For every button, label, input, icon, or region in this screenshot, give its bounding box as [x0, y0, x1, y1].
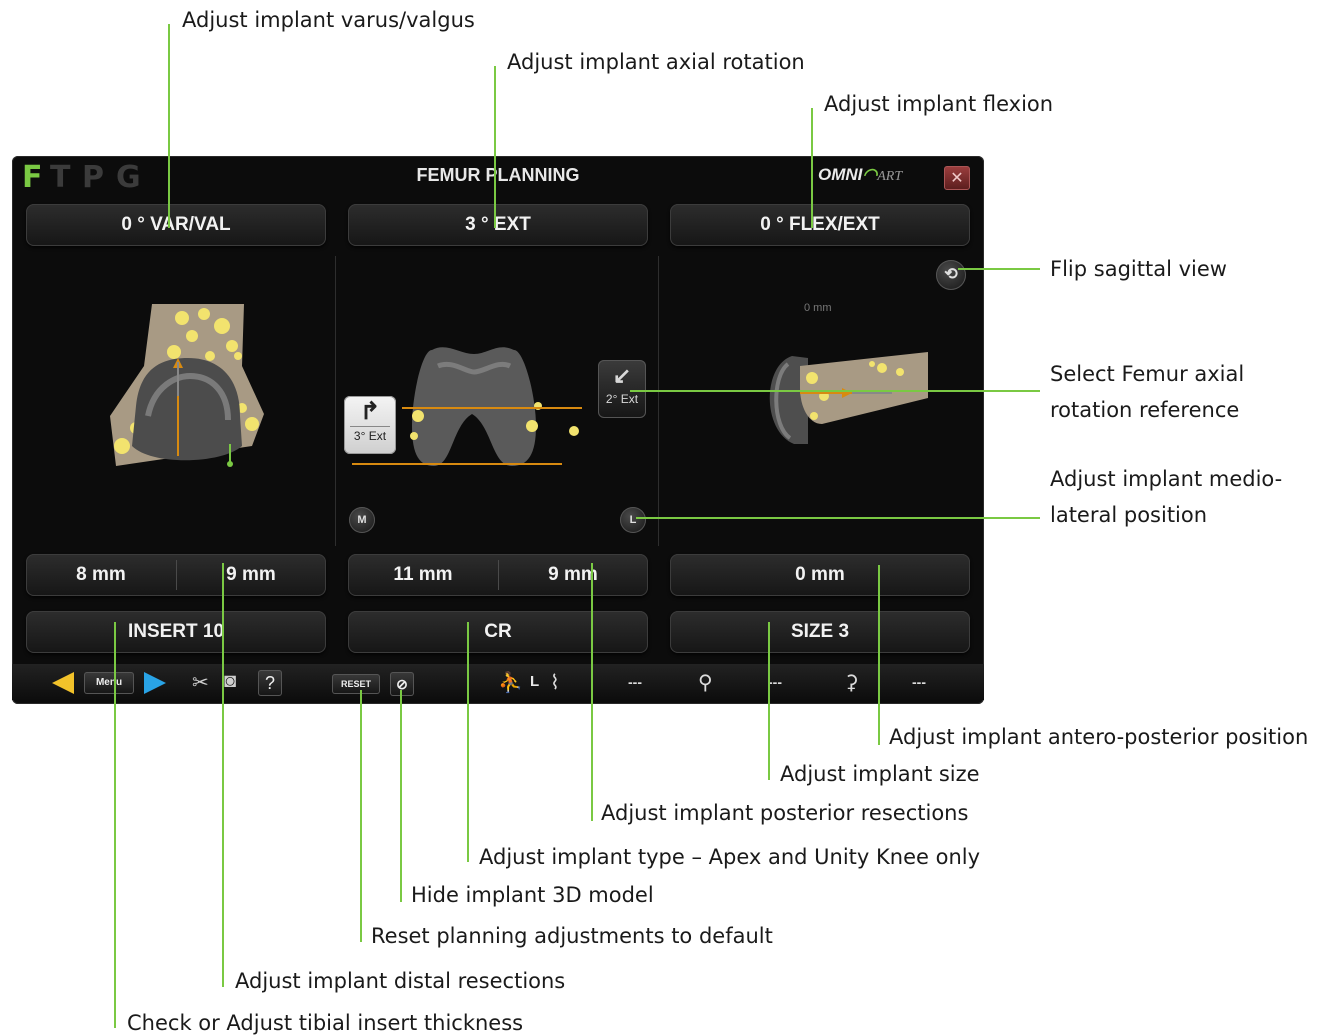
callout-axial-reference-1: Select Femur axial: [1050, 362, 1245, 386]
callout-line: [360, 690, 362, 942]
callout-size: Adjust implant size: [780, 762, 980, 786]
value-display-1: ---: [628, 674, 642, 690]
callout-insert-thickness: Check or Adjust tibial insert thickness: [127, 1011, 524, 1035]
close-button[interactable]: ✕: [944, 166, 970, 190]
menu-button[interactable]: Menu: [84, 672, 134, 694]
implant-type-button[interactable]: CR: [348, 611, 648, 653]
leaf-icon: ◠: [862, 165, 878, 184]
sagittal-femur-view[interactable]: [752, 336, 932, 456]
callout-line: [494, 66, 496, 228]
distal-medial-value: 8 mm: [76, 564, 126, 585]
callout-line: [168, 24, 170, 228]
side-label: L: [530, 673, 540, 690]
callout-line: [878, 565, 880, 745]
rotation-left-label: 3° Ext: [353, 429, 387, 443]
rotation-right-label: 2° Ext: [605, 392, 639, 406]
callout-reset: Reset planning adjustments to default: [371, 924, 773, 948]
callout-line: [222, 563, 224, 987]
reset-button[interactable]: RESET: [332, 674, 380, 694]
callout-line: [630, 390, 1040, 392]
flip-sagittal-button[interactable]: ⟲: [936, 260, 966, 290]
curved-arrow-icon: ↱: [359, 398, 381, 425]
knee-flexion-icon: ⚳: [844, 672, 859, 694]
value-display-3: ---: [912, 674, 926, 690]
medial-button[interactable]: M: [349, 507, 375, 533]
callout-axial-reference-2: rotation reference: [1050, 398, 1240, 422]
logo-suffix: ART: [877, 169, 903, 184]
value-display-2: ---: [768, 674, 782, 690]
callout-mediolateral-2: lateral position: [1050, 503, 1208, 527]
view-divider: [335, 256, 336, 546]
callout-antero-posterior: Adjust implant antero-posterior position: [889, 725, 1309, 749]
help-button[interactable]: ?: [258, 670, 282, 696]
axial-rotation-button[interactable]: 3 ° EXT: [348, 204, 648, 246]
patient-icon: ⛹: [498, 672, 523, 694]
callout-line: [591, 563, 593, 821]
femur-planning-window: F T P G FEMUR PLANNING OMNI◠ART ✕ 0 ° VA…: [12, 156, 984, 704]
callout-line: [467, 622, 469, 862]
callout-line: [636, 517, 1040, 519]
callout-flexion: Adjust implant flexion: [824, 92, 1054, 116]
callout-hide-model: Hide implant 3D model: [411, 883, 654, 907]
callout-varus-valgus: Adjust implant varus/valgus: [182, 8, 475, 32]
callout-line: [958, 268, 1040, 270]
next-arrow-icon[interactable]: [142, 670, 168, 696]
distal-resections-button[interactable]: 8 mm 9 mm: [26, 554, 326, 596]
ap-position-button[interactable]: 0 mm: [670, 554, 970, 596]
varus-valgus-button[interactable]: 0 ° VAR/VAL: [26, 204, 326, 246]
offset-mm-label: 0 mm: [804, 302, 832, 314]
callout-axial-rotation: Adjust implant axial rotation: [507, 50, 805, 74]
view-divider: [658, 256, 659, 546]
omniart-logo: OMNI◠ART: [818, 165, 902, 185]
callout-line: [811, 108, 813, 228]
logo-text: OMNI: [818, 165, 863, 184]
posterior-lateral-value: 9 mm: [548, 564, 598, 585]
flexion-button[interactable]: 0 ° FLEX/EXT: [670, 204, 970, 246]
callout-line: [114, 622, 116, 1028]
callout-line: [400, 690, 402, 902]
flip-icon: ⟲: [944, 266, 958, 283]
camera-icon[interactable]: ◙: [224, 670, 236, 693]
knee-icon: ⚲: [698, 672, 713, 694]
posterior-medial-value: 11 mm: [393, 564, 453, 585]
tools-icon[interactable]: ✂: [192, 670, 209, 695]
implant-size-button[interactable]: SIZE 3: [670, 611, 970, 653]
callout-line: [768, 622, 770, 780]
curved-arrow-icon: ↙: [612, 363, 632, 388]
rotation-reference-left-button[interactable]: ↱ 3° Ext: [344, 396, 396, 454]
posterior-resections-button[interactable]: 11 mm 9 mm: [348, 554, 648, 596]
previous-arrow-icon[interactable]: [50, 670, 76, 696]
callout-distal-resections: Adjust implant distal resections: [235, 969, 566, 993]
callout-type: Adjust implant type – Apex and Unity Kne…: [479, 845, 981, 869]
callout-mediolateral-1: Adjust implant medio-: [1050, 467, 1283, 491]
title-bar: F T P G FEMUR PLANNING OMNI◠ART ✕: [12, 156, 984, 196]
leg-alignment-icon: ⌇: [550, 672, 560, 694]
callout-posterior-resections: Adjust implant posterior resections: [601, 801, 969, 825]
bottom-toolbar: Menu ✂ ◙ ? RESET ⊘ ⛹ L ⌇ --- ⚲ --- ⚳ ---: [12, 664, 984, 700]
hide-model-button[interactable]: ⊘: [390, 672, 414, 696]
insert-thickness-button[interactable]: INSERT 10: [26, 611, 326, 653]
lateral-button[interactable]: L: [620, 507, 646, 533]
coronal-femur-view[interactable]: [92, 296, 292, 476]
rotation-reference-right-button[interactable]: ↙ 2° Ext: [598, 360, 646, 418]
distal-lateral-value: 9 mm: [226, 564, 276, 585]
callout-flip-sagittal: Flip sagittal view: [1050, 257, 1227, 281]
